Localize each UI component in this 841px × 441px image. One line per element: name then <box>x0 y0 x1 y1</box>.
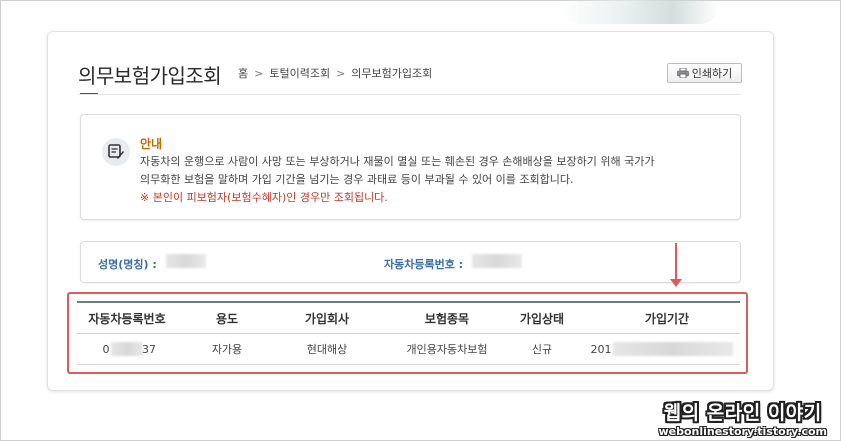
table-highlight-box <box>67 292 748 374</box>
notice-warning: ※ 본인이 피보험자(보험수혜자)인 경우만 조회됩니다. <box>140 191 388 204</box>
owner-name-label: 성명(명칭) : <box>98 258 157 271</box>
notice-text-line: 자동차의 운행으로 사람이 사망 또는 부상하거나 재물이 멸실 또는 훼손된 … <box>140 155 655 168</box>
owner-name-redacted <box>166 254 206 268</box>
annotation-arrow <box>675 243 677 281</box>
top-decoration <box>560 0 720 24</box>
breadcrumb-separator: > <box>254 66 264 80</box>
memo-icon <box>102 138 130 166</box>
watermark: 웹의 온라인 이야기 webonlinestory.tistory.com <box>658 398 827 438</box>
registration-number-label: 자동차등록번호 : <box>384 258 464 271</box>
breadcrumb-home[interactable]: 홈 <box>238 65 248 81</box>
print-button[interactable]: 인쇄하기 <box>667 63 742 83</box>
breadcrumb-current: 의무보험가입조회 <box>351 67 433 80</box>
page-title: 의무보험가입조회 <box>78 64 222 88</box>
breadcrumb-total-history[interactable]: 토털이력조회 <box>269 65 330 81</box>
breadcrumb: 홈 > 토털이력조회 > 의무보험가입조회 <box>238 65 432 81</box>
print-button-label: 인쇄하기 <box>691 67 733 80</box>
printer-icon <box>676 68 689 78</box>
notice-title: 안내 <box>140 137 163 151</box>
watermark-url: webonlinestory.tistory.com <box>658 425 827 438</box>
notice-text-line: 의무화한 보험을 말하며 가입 기간을 넘기는 경우 과태료 등이 부과될 수 … <box>140 173 574 186</box>
header-divider <box>78 94 741 95</box>
breadcrumb-separator: > <box>336 66 346 80</box>
registration-number-redacted <box>472 254 522 268</box>
watermark-title: 웹의 온라인 이야기 <box>663 402 822 424</box>
annotation-arrow-head <box>670 279 682 287</box>
